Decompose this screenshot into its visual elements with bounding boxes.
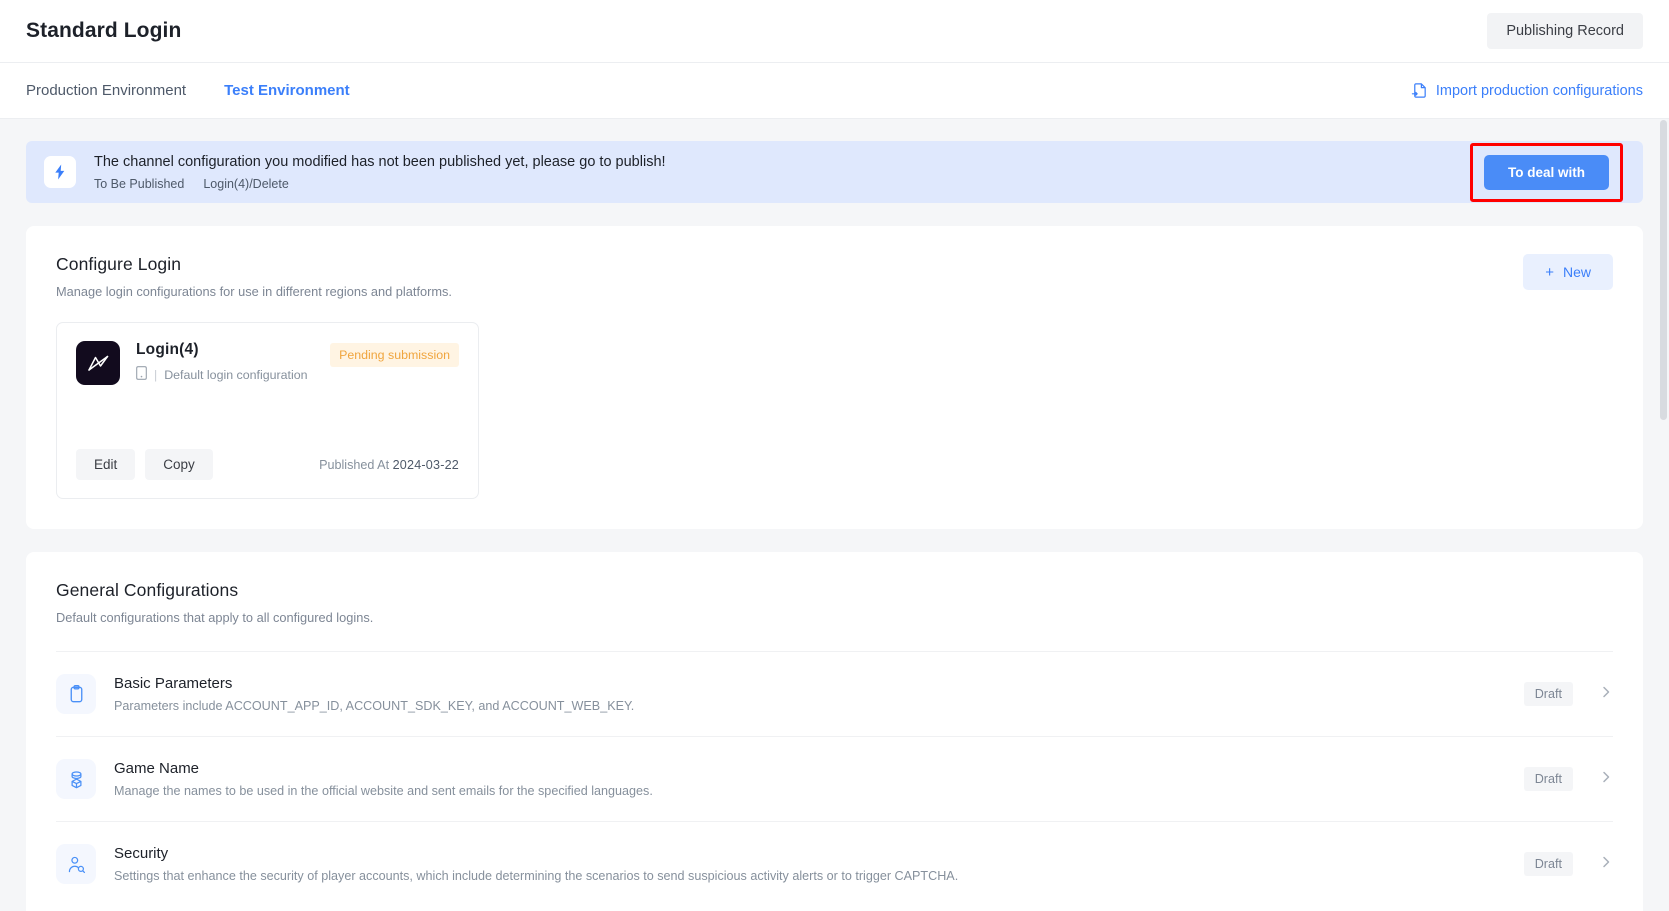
edit-button[interactable]: Edit xyxy=(76,449,136,480)
general-configurations-title: General Configurations xyxy=(56,580,239,600)
plus-icon: + xyxy=(1545,263,1554,281)
config-name: Security xyxy=(114,845,169,862)
app-root: Standard Login Publishing Record Product… xyxy=(0,0,1669,911)
tile-footer: Edit Copy Published At 2024-03-22 xyxy=(76,449,459,480)
app-logo-icon xyxy=(76,341,120,385)
new-login-button[interactable]: + New xyxy=(1523,254,1613,290)
published-at-label: Published At xyxy=(319,457,390,472)
banner-subline: To Be Published Login(4)/Delete xyxy=(94,177,1470,191)
config-row-right: Draft xyxy=(1523,682,1613,706)
user-security-icon xyxy=(56,844,96,884)
configure-login-heading-block: Configure Login Manage login configurati… xyxy=(56,254,452,299)
config-description: Manage the names to be used in the offic… xyxy=(114,784,653,798)
configure-login-header: Configure Login Manage login configurati… xyxy=(56,254,1613,299)
environment-tabbar: Production Environment Test Environment … xyxy=(0,63,1669,119)
chevron-right-icon[interactable] xyxy=(1599,855,1613,874)
page-title: Standard Login xyxy=(26,19,182,42)
config-row-right: Draft xyxy=(1523,767,1613,791)
config-row-basic-parameters[interactable]: Basic Parameters Parameters include ACCO… xyxy=(56,651,1613,736)
login-config-tile[interactable]: Login(4) | Default login configuration P… xyxy=(56,322,479,499)
general-configurations-heading-block: General Configurations Default configura… xyxy=(56,580,373,625)
config-text-basic-parameters: Basic Parameters Parameters include ACCO… xyxy=(114,675,1524,713)
banner-status: To Be Published xyxy=(94,176,185,191)
tile-name: Login(4) xyxy=(136,341,199,358)
lightning-bolt-icon xyxy=(44,156,76,188)
mobile-device-icon xyxy=(136,366,147,383)
configure-login-card: Configure Login Manage login configurati… xyxy=(26,226,1643,529)
unpublished-banner: The channel configuration you modified h… xyxy=(26,141,1643,203)
page-scrollbar-thumb[interactable] xyxy=(1660,120,1667,420)
tab-list: Production Environment Test Environment xyxy=(26,63,350,118)
top-header: Standard Login Publishing Record xyxy=(0,0,1669,63)
config-description: Settings that enhance the security of pl… xyxy=(114,869,959,883)
to-deal-with-highlight: To deal with xyxy=(1470,142,1623,202)
published-at-date: 2024-03-22 xyxy=(392,457,459,472)
import-link-label: Import production configurations xyxy=(1435,82,1643,99)
tile-top-row: Login(4) | Default login configuration P… xyxy=(76,341,459,385)
copy-button[interactable]: Copy xyxy=(145,449,213,480)
status-badge: Pending submission xyxy=(330,343,459,367)
status-badge-draft: Draft xyxy=(1523,852,1573,876)
banner-text-block: The channel configuration you modified h… xyxy=(94,153,1470,191)
config-row-right: Draft xyxy=(1523,852,1613,876)
tile-meta-separator: | xyxy=(154,367,158,382)
import-file-icon xyxy=(1411,82,1428,99)
tab-production-environment[interactable]: Production Environment xyxy=(26,63,186,118)
status-badge-draft: Draft xyxy=(1523,682,1573,706)
tab-test-environment[interactable]: Test Environment xyxy=(224,63,350,118)
tile-info: Login(4) | Default login configuration xyxy=(136,341,318,383)
general-configurations-card: General Configurations Default configura… xyxy=(26,552,1643,911)
banner-message: The channel configuration you modified h… xyxy=(94,154,666,171)
chevron-right-icon[interactable] xyxy=(1599,685,1613,704)
chevron-right-icon[interactable] xyxy=(1599,770,1613,789)
config-text-game-name: Game Name Manage the names to be used in… xyxy=(114,760,1524,798)
import-production-configurations-link[interactable]: Import production configurations xyxy=(1411,82,1643,99)
config-text-security: Security Settings that enhance the secur… xyxy=(114,845,1524,883)
to-deal-with-button[interactable]: To deal with xyxy=(1484,154,1609,190)
configure-login-title: Configure Login xyxy=(56,254,182,274)
tile-description: Default login configuration xyxy=(164,367,308,382)
configure-login-subtitle: Manage login configurations for use in d… xyxy=(56,284,452,299)
publishing-record-button[interactable]: Publishing Record xyxy=(1487,13,1643,49)
page-scrollbar[interactable] xyxy=(1660,120,1667,905)
general-configurations-subtitle: Default configurations that apply to all… xyxy=(56,610,374,625)
general-configurations-header: General Configurations Default configura… xyxy=(56,580,1613,625)
config-row-game-name[interactable]: Game Name Manage the names to be used in… xyxy=(56,736,1613,821)
main-content: The channel configuration you modified h… xyxy=(0,141,1669,911)
new-button-label: New xyxy=(1562,264,1591,280)
banner-detail-link[interactable]: Login(4)/Delete xyxy=(203,177,288,191)
database-cube-icon xyxy=(56,759,96,799)
config-name: Basic Parameters xyxy=(114,675,233,692)
clipboard-icon xyxy=(56,674,96,714)
published-at: Published At 2024-03-22 xyxy=(319,458,459,472)
status-badge-draft: Draft xyxy=(1523,767,1573,791)
config-description: Parameters include ACCOUNT_APP_ID, ACCOU… xyxy=(114,699,635,713)
login-config-tile-list: Login(4) | Default login configuration P… xyxy=(56,322,1613,499)
config-name: Game Name xyxy=(114,760,200,777)
config-row-security[interactable]: Security Settings that enhance the secur… xyxy=(56,821,1613,906)
tile-action-buttons: Edit Copy xyxy=(76,449,213,480)
general-configurations-list: Basic Parameters Parameters include ACCO… xyxy=(56,651,1613,906)
tile-meta: | Default login configuration xyxy=(136,366,318,383)
